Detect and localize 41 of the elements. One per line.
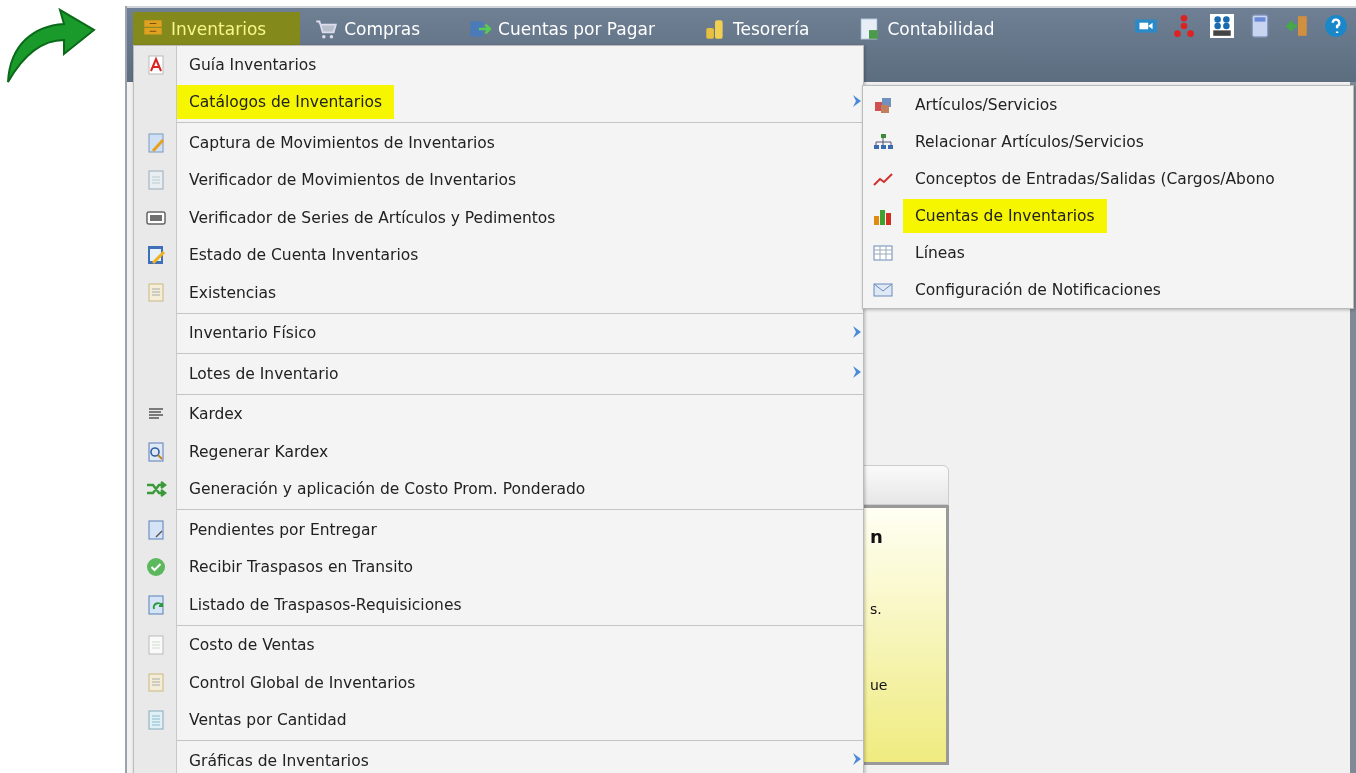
chevron-right-icon	[851, 93, 863, 108]
submenu-item[interactable]: Cuentas de Inventarios	[863, 197, 1353, 234]
card-text: s.	[870, 601, 882, 617]
chevron-right-icon	[851, 365, 863, 379]
menu-bar-item[interactable]: Cuentas por Pagar	[460, 12, 689, 46]
menu-bar-item[interactable]: Tesorería	[694, 12, 844, 46]
menu-item[interactable]: Lotes de Inventario	[134, 355, 863, 393]
card-text: ue	[870, 677, 888, 693]
check-circle-icon	[144, 556, 167, 579]
menu-item[interactable]: Kardex	[134, 395, 863, 433]
menu-item[interactable]: Control Global de Inventarios	[134, 664, 863, 702]
menu-bar-item[interactable]: Contabilidad	[849, 12, 1029, 46]
menu-item[interactable]: Existencias	[134, 274, 863, 312]
menu-item[interactable]: Ventas por Cantidad	[134, 701, 863, 739]
menu-item[interactable]: Catálogos de Inventarios	[134, 83, 863, 121]
menu-item[interactable]: Gráficas de Inventarios	[134, 742, 863, 773]
submenu-item[interactable]: Líneas	[863, 234, 1353, 271]
menu-item[interactable]: Estado de Cuenta Inventarios	[134, 236, 863, 274]
card-title: n	[870, 526, 883, 547]
menu-item[interactable]: Recibir Traspasos en Transito	[134, 548, 863, 586]
menu-item[interactable]: Costo de Ventas	[134, 626, 863, 664]
menu-item[interactable]: Verificador de Movimientos de Inventarios	[134, 161, 863, 199]
menu-bar-item[interactable]: Compras	[306, 12, 455, 46]
submenu-item[interactable]: Artículos/Servicios	[863, 86, 1353, 123]
chevron-right-icon	[851, 752, 863, 766]
menu-item[interactable]: Listado de Traspasos-Requisiciones	[134, 586, 863, 624]
menu-item[interactable]: Captura de Movimientos de Inventarios	[134, 124, 863, 162]
menu-item[interactable]: Regenerar Kardex	[134, 433, 863, 471]
molecule-icon	[1172, 14, 1196, 38]
menu-item[interactable]: Pendientes por Entregar	[134, 511, 863, 549]
menu-item[interactable]: Inventario Físico	[134, 314, 863, 352]
exit-door-icon	[1286, 14, 1310, 38]
menu-item[interactable]: Generación y aplicación de Costo Prom. Ponderado	[134, 470, 863, 508]
menu-item[interactable]: Guía Inventarios	[134, 46, 863, 84]
submenu-item[interactable]: Relacionar Artículos/Servicios	[863, 123, 1353, 160]
menu-item[interactable]: Verificador de Series de Artículos y Pedimentos	[134, 199, 863, 237]
submenu-item[interactable]: Conceptos de Entradas/Salidas (Cargos/Abono	[863, 160, 1353, 197]
cart-icon	[314, 17, 339, 41]
submenu-item[interactable]: Configuración de Notificaciones	[863, 271, 1353, 308]
help-icon	[1324, 14, 1348, 38]
chevron-right-icon	[851, 324, 863, 339]
